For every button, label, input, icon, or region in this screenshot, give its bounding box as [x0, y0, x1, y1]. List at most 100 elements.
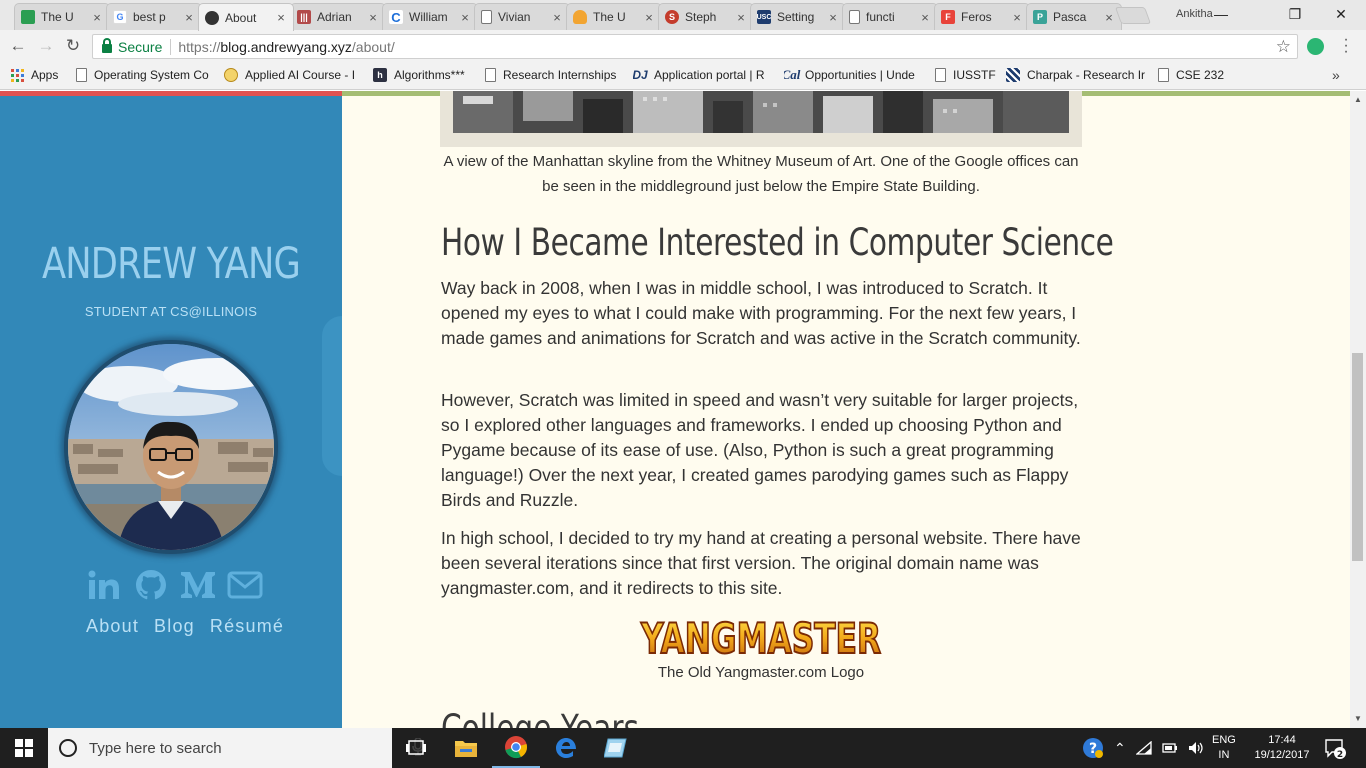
manhattan-skyline-image — [440, 91, 1082, 147]
language-indicator[interactable]: ENG IN — [1212, 733, 1236, 763]
minimize-button[interactable]: — — [1206, 4, 1236, 24]
tab-strip: The U × G best p × About × ||| Adrian × … — [0, 0, 1366, 31]
close-tab-icon[interactable]: × — [459, 10, 471, 25]
tab-title: best p — [133, 10, 166, 24]
nav-link-resume[interactable]: Résumé — [210, 616, 284, 637]
task-view-icon[interactable] — [392, 728, 440, 768]
url-prefix: https:// — [178, 38, 221, 55]
clock[interactable]: 17:44 19/12/2017 — [1250, 733, 1314, 763]
extension-icon[interactable] — [1307, 38, 1324, 55]
bookmark-cse232[interactable]: CSE 232 — [1158, 68, 1224, 82]
skyline-photo — [453, 91, 1069, 133]
close-tab-icon[interactable]: × — [1011, 10, 1023, 25]
bookmarks-overflow-button[interactable]: » — [1332, 67, 1340, 83]
nav-link-blog[interactable]: Blog — [154, 616, 195, 637]
bookmark-os[interactable]: Operating System Co — [76, 68, 210, 82]
tab-4[interactable]: ||| Adrian × — [290, 3, 386, 30]
section-heading: How I Became Interested in Computer Scie… — [441, 221, 1114, 264]
tab-5[interactable]: C William × — [382, 3, 478, 30]
close-tab-icon[interactable]: × — [735, 10, 747, 25]
bookmark-charpak[interactable]: Charpak - Research Ir — [1006, 68, 1145, 82]
close-window-button[interactable]: ✕ — [1326, 4, 1356, 24]
new-tab-button[interactable] — [1114, 7, 1152, 24]
close-tab-icon[interactable]: × — [183, 10, 195, 25]
tab-12[interactable]: P Pasca × — [1026, 3, 1122, 30]
app-icon[interactable] — [592, 728, 640, 768]
tab-9[interactable]: USC Setting × — [750, 3, 846, 30]
site-author-name[interactable]: ANDREW YANG — [31, 239, 311, 289]
bookmark-label: CSE 232 — [1176, 68, 1225, 82]
close-tab-icon[interactable]: × — [643, 10, 655, 25]
tab-title: Adrian — [317, 10, 352, 24]
tab-title: Vivian — [498, 10, 531, 24]
close-tab-icon[interactable]: × — [91, 10, 103, 25]
bookmark-label: Research Internships — [503, 68, 617, 82]
tab-8[interactable]: S Steph × — [658, 3, 754, 30]
url-path: /about/ — [351, 38, 395, 55]
tab-11[interactable]: F Feros × — [934, 3, 1030, 30]
bookmark-opportunities[interactable]: Cal Opportunities | Unde — [784, 68, 919, 82]
help-icon[interactable]: ? — [1082, 737, 1104, 759]
start-button[interactable] — [0, 728, 48, 768]
divider — [170, 38, 172, 55]
bookmark-label: Application portal | R — [654, 68, 765, 82]
bookmarks-bar: Apps Operating System Co Applied AI Cour… — [0, 63, 1366, 90]
tab-3-active[interactable]: About × — [198, 3, 294, 31]
chrome-icon[interactable] — [492, 728, 540, 768]
taskbar-search-box[interactable]: Type here to search — [48, 728, 424, 768]
page-icon — [76, 68, 87, 82]
medium-icon[interactable] — [180, 568, 216, 602]
nav-link-about[interactable]: About — [86, 616, 139, 637]
close-tab-icon[interactable]: × — [551, 10, 563, 25]
linkedin-icon[interactable] — [86, 568, 122, 602]
tray-expand-icon[interactable]: ⌃ — [1114, 740, 1126, 757]
volume-icon[interactable] — [1188, 741, 1204, 755]
action-center-icon[interactable]: 2 — [1324, 737, 1346, 760]
vertical-scrollbar[interactable]: ▲ ▼ — [1350, 91, 1366, 728]
close-tab-icon[interactable]: × — [919, 10, 931, 25]
reload-icon[interactable]: ↻ — [63, 36, 83, 56]
maximize-button[interactable]: ❐ — [1280, 4, 1310, 24]
scroll-down-arrow-icon[interactable]: ▼ — [1354, 714, 1362, 723]
forward-arrow-icon[interactable]: → — [36, 36, 56, 56]
network-icon[interactable] — [1135, 741, 1152, 755]
paragraph-2: However, Scratch was limited in speed an… — [441, 390, 1079, 510]
bookmark-application-portal[interactable]: DJ Application portal | R — [633, 68, 769, 82]
tab-6[interactable]: Vivian × — [474, 3, 570, 30]
menu-dots-icon[interactable]: · · · — [1343, 32, 1349, 60]
tab-7[interactable]: The U × — [566, 3, 662, 30]
bookmark-star-icon[interactable]: ☆ — [1276, 37, 1291, 57]
edge-icon[interactable] — [542, 728, 590, 768]
clock-date: 19/12/2017 — [1254, 749, 1310, 761]
paragraph-3: In high school, I decided to try my hand… — [441, 528, 1081, 598]
address-bar[interactable]: Secure https://blog.andrewyang.xyz/about… — [92, 34, 1298, 59]
scrollbar-thumb[interactable] — [1352, 353, 1363, 561]
file-explorer-icon[interactable] — [442, 728, 490, 768]
page-icon — [485, 68, 496, 82]
bookmark-algorithms[interactable]: h Algorithms*** — [373, 68, 465, 82]
f-icon: F — [941, 10, 955, 24]
tab-10[interactable]: functi × — [842, 3, 938, 30]
github-icon[interactable] — [133, 568, 169, 602]
bookmark-research-internships[interactable]: Research Internships — [485, 68, 616, 82]
tab-1[interactable]: The U × — [14, 3, 110, 30]
bookmark-applied-ai[interactable]: Applied AI Course - I — [224, 68, 362, 82]
battery-icon[interactable] — [1162, 741, 1178, 755]
close-tab-icon[interactable]: × — [827, 10, 839, 25]
close-tab-icon[interactable]: × — [1103, 10, 1115, 25]
bookmark-label: Algorithms*** — [394, 68, 465, 82]
url-text[interactable]: https://blog.andrewyang.xyz/about/ — [178, 39, 394, 55]
sidebar-nav: About Blog Résumé — [86, 616, 284, 637]
logo-caption: The Old Yangmaster.com Logo — [657, 664, 865, 681]
search-placeholder: Type here to search — [89, 739, 222, 757]
close-tab-icon[interactable]: × — [275, 10, 287, 25]
close-tab-icon[interactable]: × — [367, 10, 379, 25]
bookmark-iusstf[interactable]: IUSSTF — [935, 68, 996, 82]
cal-icon: Cal — [784, 68, 801, 82]
yangmaster-logo: YANGMASTER — [638, 613, 884, 664]
scroll-up-arrow-icon[interactable]: ▲ — [1354, 95, 1362, 104]
tab-2[interactable]: G best p × — [106, 3, 202, 30]
back-arrow-icon[interactable]: ← — [8, 36, 28, 56]
mail-icon[interactable] — [227, 568, 263, 602]
bookmark-apps[interactable]: Apps — [10, 68, 58, 82]
